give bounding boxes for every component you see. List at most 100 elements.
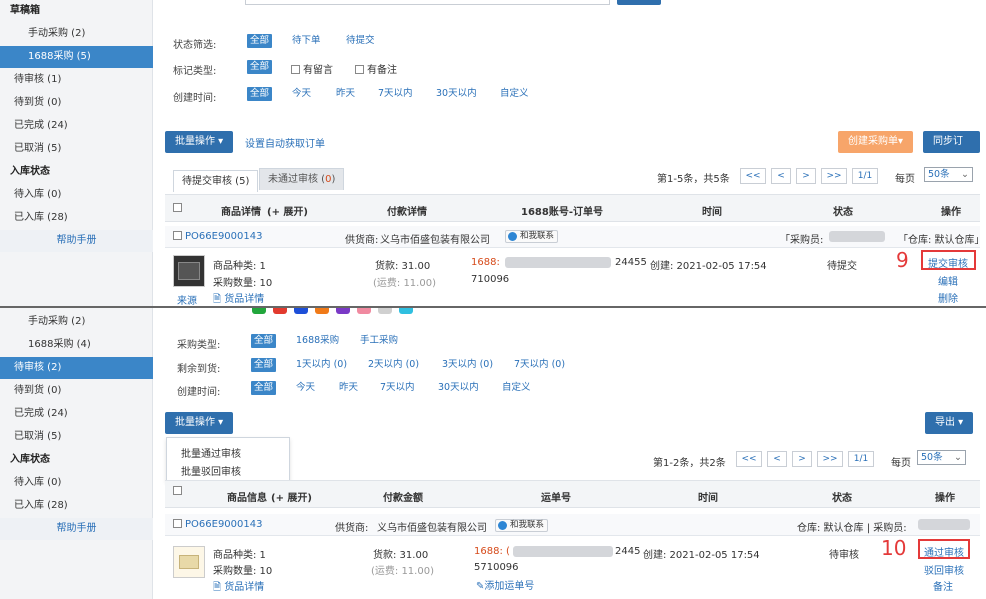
batch-approve-menu-item[interactable]: 批量通过审核: [181, 445, 241, 460]
type-filter-manual[interactable]: 手工采购: [357, 334, 401, 348]
pager-first-button[interactable]: <<: [736, 451, 762, 467]
po-number: PO66E9000143: [185, 231, 263, 242]
batch-operation-button[interactable]: 批量操作 ▾: [165, 131, 234, 153]
step-number: 10: [881, 536, 907, 560]
export-button[interactable]: 导出 ▾: [925, 412, 974, 434]
order-number-line2: 5710096: [474, 562, 519, 573]
type-filter-1688[interactable]: 1688采购: [293, 334, 342, 348]
has-remark-checkbox[interactable]: 有备注: [355, 61, 397, 76]
edit-link[interactable]: 编辑: [938, 273, 958, 288]
sidebar-item[interactable]: 已入库 (28): [0, 207, 153, 229]
sidebar-item[interactable]: 待到货 (0): [0, 380, 153, 402]
time-filter-yesterday[interactable]: 昨天: [333, 87, 358, 101]
type-filter-all[interactable]: 全部: [251, 334, 277, 348]
order-checkbox[interactable]: PO66E9000143: [173, 519, 262, 530]
product-thumbnail[interactable]: [173, 255, 205, 287]
help-manual-link[interactable]: 帮助手册: [0, 230, 153, 252]
sidebar-item[interactable]: 待审核 (1): [0, 69, 153, 91]
tab-pending-submit-review[interactable]: 待提交审核 (5): [173, 170, 259, 192]
time-filter-7days[interactable]: 7天以内: [375, 87, 416, 101]
color-flag-swatch[interactable]: [357, 308, 371, 314]
mark-filter-all[interactable]: 全部: [247, 60, 273, 74]
time-filter-30days[interactable]: 30天以内: [435, 381, 482, 395]
product-image-icon: [179, 555, 199, 569]
time-filter-custom[interactable]: 自定义: [497, 87, 532, 101]
product-thumbnail[interactable]: [173, 546, 205, 578]
status-filter-all[interactable]: 全部: [247, 34, 273, 48]
pager-page-indicator: 1/1: [852, 168, 878, 184]
has-message-checkbox[interactable]: 有留言: [291, 61, 333, 76]
create-purchase-order-button[interactable]: 创建采购单▾: [838, 131, 914, 153]
expand-link[interactable]: (+ 展开): [267, 203, 308, 218]
color-flag-swatch[interactable]: [315, 308, 329, 314]
pager-prev-button[interactable]: <: [771, 168, 791, 184]
sidebar-item[interactable]: 1688采购 (5): [0, 46, 153, 68]
time-filter-yesterday[interactable]: 昨天: [336, 381, 361, 395]
color-flag-swatch[interactable]: [294, 308, 308, 314]
sidebar-item[interactable]: 待审核 (2): [0, 357, 153, 379]
contact-me-button[interactable]: 和我联系: [505, 230, 559, 243]
reject-review-link[interactable]: 驳回审核: [924, 562, 964, 577]
pager-prev-button[interactable]: <: [767, 451, 787, 467]
help-manual-link[interactable]: 帮助手册: [0, 518, 153, 540]
purchase-quantity: 采购数量: 10: [213, 566, 273, 577]
time-filter-today[interactable]: 今天: [289, 87, 314, 101]
color-flag-swatch[interactable]: [378, 308, 392, 314]
approve-review-link[interactable]: 通过审核: [924, 544, 964, 559]
time-filter-custom[interactable]: 自定义: [499, 381, 534, 395]
time-filter-today[interactable]: 今天: [293, 381, 318, 395]
expand-link[interactable]: (+ 展开): [271, 489, 312, 504]
color-flag-swatch[interactable]: [273, 308, 287, 314]
batch-reject-menu-item[interactable]: 批量驳回审核: [181, 463, 241, 478]
pager-next-button[interactable]: >: [796, 168, 816, 184]
sidebar-item[interactable]: 待入库 (0): [0, 184, 153, 206]
per-page-select[interactable]: 50条 ⌄: [924, 167, 973, 182]
sidebar-item[interactable]: 手动采购 (2): [0, 311, 153, 333]
pager-first-button[interactable]: <<: [740, 168, 766, 184]
sidebar-item[interactable]: 手动采购 (2): [0, 23, 153, 45]
color-flag-swatch[interactable]: [399, 308, 413, 314]
arrival-filter-7days[interactable]: 7天以内 (0): [511, 358, 568, 372]
arrival-filter-1day[interactable]: 1天以内 (0): [293, 358, 350, 372]
remark-link[interactable]: 备注: [933, 578, 953, 593]
time-filter-all[interactable]: 全部: [251, 381, 277, 395]
time-filter-7days[interactable]: 7天以内: [377, 381, 418, 395]
time-filter-30days[interactable]: 30天以内: [433, 87, 480, 101]
pager-next-button[interactable]: >: [792, 451, 812, 467]
arrival-filter-2days[interactable]: 2天以内 (0): [365, 358, 422, 372]
batch-operation-button[interactable]: 批量操作 ▾: [165, 412, 234, 434]
sidebar-item[interactable]: 已完成 (24): [0, 115, 153, 137]
submit-review-link[interactable]: 提交审核: [928, 255, 968, 270]
sync-orders-button[interactable]: 同步订单: [923, 131, 980, 169]
arrival-filter-all[interactable]: 全部: [251, 358, 277, 372]
color-flag-swatch[interactable]: [252, 308, 266, 314]
tab-review-rejected[interactable]: 未通过审核 (0): [259, 168, 345, 190]
select-all-checkbox[interactable]: [173, 203, 185, 214]
per-page-select[interactable]: 50条 ⌄: [917, 450, 966, 465]
contact-me-button[interactable]: 和我联系: [495, 519, 549, 532]
sidebar-item[interactable]: 1688采购 (4): [0, 334, 153, 356]
color-flag-swatch[interactable]: [336, 308, 350, 314]
product-detail-link[interactable]: 🗎 货品详情: [213, 578, 264, 597]
pager-last-button[interactable]: >>: [817, 451, 843, 467]
product-detail-link[interactable]: 🗎 货品详情: [213, 290, 264, 306]
search-input[interactable]: [245, 0, 610, 5]
add-tracking-link[interactable]: ✎添加运单号: [476, 577, 534, 592]
status-filter-pending-order[interactable]: 待下单: [289, 34, 324, 48]
sidebar-item[interactable]: 已取消 (5): [0, 138, 153, 160]
pager-last-button[interactable]: >>: [821, 168, 847, 184]
select-all-checkbox[interactable]: [173, 486, 185, 497]
order-checkbox[interactable]: PO66E9000143: [173, 231, 262, 242]
auto-fetch-orders-link[interactable]: 设置自动获取订单: [245, 135, 325, 150]
sidebar-item[interactable]: 已取消 (5): [0, 426, 153, 448]
arrival-filter-3days[interactable]: 3天以内 (0): [439, 358, 496, 372]
status-filter-pending-submit[interactable]: 待提交: [343, 34, 378, 48]
source-link[interactable]: 来源: [177, 292, 197, 306]
delete-link[interactable]: 删除: [938, 290, 958, 305]
search-button[interactable]: [617, 0, 661, 5]
sidebar-item[interactable]: 待入库 (0): [0, 472, 153, 494]
sidebar-item[interactable]: 已完成 (24): [0, 403, 153, 425]
sidebar-item[interactable]: 已入库 (28): [0, 495, 153, 517]
sidebar-item[interactable]: 待到货 (0): [0, 92, 153, 114]
time-filter-all[interactable]: 全部: [247, 87, 273, 101]
